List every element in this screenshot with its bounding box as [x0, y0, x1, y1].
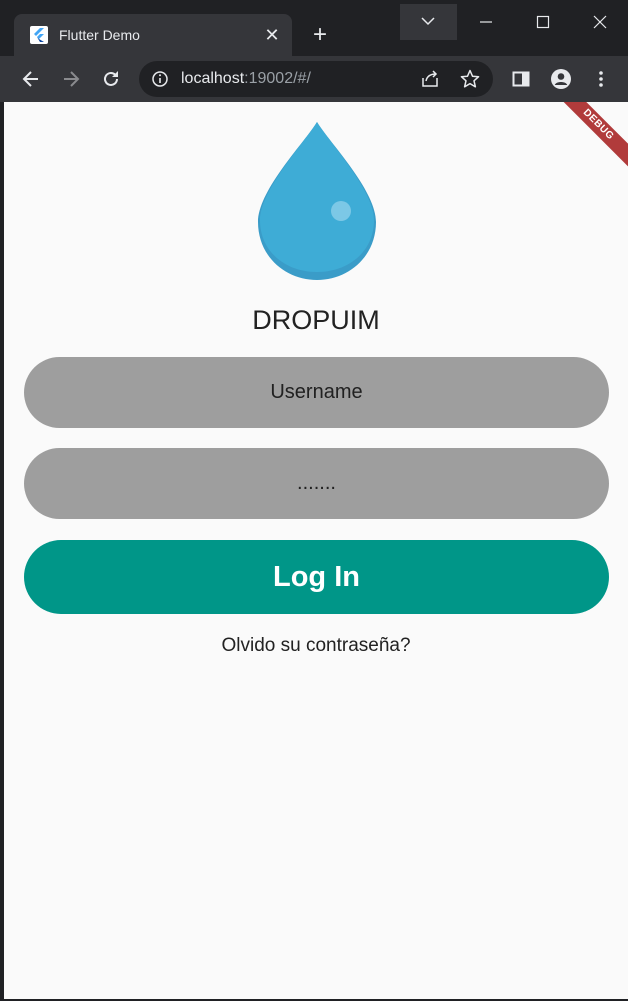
- browser-tab[interactable]: Flutter Demo ✕: [14, 14, 292, 56]
- site-info-icon[interactable]: [151, 70, 169, 88]
- app-title: DROPUIM: [252, 305, 380, 335]
- menu-icon: [599, 71, 603, 87]
- minimize-button[interactable]: [457, 0, 514, 44]
- forward-button[interactable]: [57, 65, 85, 93]
- back-icon: [22, 71, 38, 87]
- share-icon[interactable]: [420, 69, 440, 89]
- water-drop-icon: [258, 122, 376, 280]
- forward-icon: [64, 71, 80, 87]
- tab-close-icon[interactable]: ✕: [261, 24, 283, 46]
- minimize-icon: [480, 21, 492, 23]
- maximize-button[interactable]: [514, 0, 571, 44]
- browser-window: Flutter Demo ✕ + localhost:19002/#/ DEBU…: [0, 0, 628, 1001]
- bookmark-star-icon[interactable]: [460, 69, 480, 89]
- url-host: localhost: [181, 70, 245, 87]
- browser-toolbar: localhost:19002/#/: [0, 56, 628, 102]
- new-tab-button[interactable]: +: [305, 20, 335, 50]
- side-panel-icon: [512, 71, 530, 87]
- profile-icon: [551, 69, 571, 89]
- debug-banner: DEBUG: [549, 102, 628, 174]
- side-panel-button[interactable]: [507, 65, 535, 93]
- profile-button[interactable]: [547, 65, 575, 93]
- reload-icon: [104, 71, 118, 86]
- flutter-favicon-icon: [30, 26, 48, 44]
- url-path: :19002/#/: [244, 70, 311, 87]
- flutter-app-page: DEBUG DROPUIM Log In Olvido su contraseñ…: [4, 102, 628, 999]
- window-close-icon: [593, 15, 607, 29]
- menu-button[interactable]: [587, 65, 615, 93]
- url-text: localhost:19002/#/: [181, 69, 311, 89]
- login-button[interactable]: Log In: [24, 540, 609, 614]
- back-button[interactable]: [17, 65, 45, 93]
- password-input[interactable]: [24, 448, 609, 519]
- tab-title: Flutter Demo: [59, 27, 140, 43]
- reload-button[interactable]: [97, 65, 125, 93]
- tab-strip: Flutter Demo ✕ +: [0, 0, 628, 56]
- username-input[interactable]: [24, 357, 609, 428]
- forgot-password-link[interactable]: Olvido su contraseña?: [4, 633, 628, 659]
- maximize-icon: [536, 15, 550, 29]
- address-bar[interactable]: localhost:19002/#/: [139, 61, 493, 97]
- window-close-button[interactable]: [571, 0, 628, 44]
- tab-search-button[interactable]: [400, 4, 457, 40]
- tab-search-icon: [421, 17, 435, 26]
